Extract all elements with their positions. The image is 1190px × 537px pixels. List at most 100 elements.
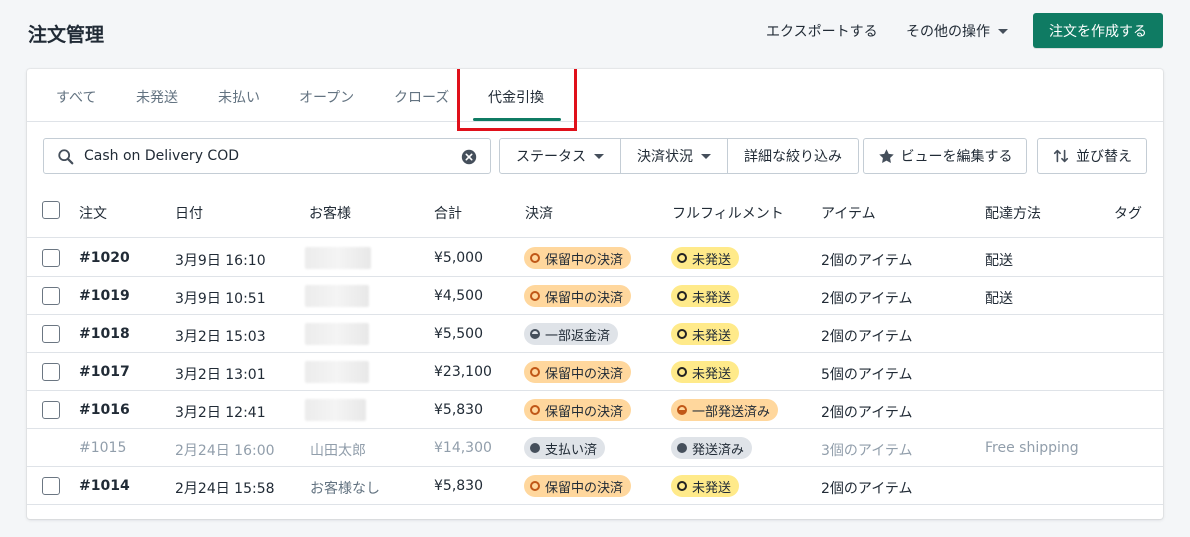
table-row[interactable]: #1020 3月9日 16:10 ¥5,000 保留中の決済 未発送 2個のアイ… [27,239,1163,277]
row-checkbox[interactable] [42,401,60,419]
more-actions-label: その他の操作 [906,24,990,40]
fulfillment-status-badge: 発送済み [671,437,753,459]
order-items[interactable]: 2個のアイテム [821,326,913,346]
column-header-order[interactable]: 注文 [79,203,107,223]
search-icon [58,149,74,165]
tab-all[interactable]: すべて [56,87,96,107]
order-id[interactable]: #1020 [79,250,130,266]
row-checkbox[interactable] [42,477,60,495]
pending-status-icon [530,253,540,263]
table-row[interactable]: #1014 2月24日 15:58 お客様なし ¥5,830 保留中の決済 未発… [27,467,1163,505]
order-items[interactable]: 3個のアイテム [821,440,913,460]
table-row[interactable]: #1019 3月9日 10:51 ¥4,500 保留中の決済 未発送 2個のアイ… [27,277,1163,315]
order-items[interactable]: 2個のアイテム [821,288,913,308]
pending-status-icon [530,481,540,491]
order-id[interactable]: #1018 [79,326,130,342]
order-total: ¥5,830 [434,402,483,418]
table-row[interactable]: #1015 2月24日 16:00 山田太郎 ¥14,300 支払い済 発送済み… [27,429,1163,467]
page-title: 注文管理 [28,24,105,46]
clear-icon[interactable] [460,148,478,166]
tab-closed[interactable]: クローズ [394,87,449,107]
fulfillment-status-label: 発送済み [692,442,745,458]
fulfillment-status-label: 未発送 [692,328,732,344]
column-header-customer[interactable]: お客様 [309,203,351,223]
fulfillment-status-badge: 一部発送済み [671,399,779,421]
order-items[interactable]: 2個のアイテム [821,402,913,422]
payment-status-badge: 保留中の決済 [524,247,632,269]
order-date: 3月2日 12:41 [175,405,266,421]
more-filters-button[interactable]: 詳細な絞り込み [728,139,858,173]
row-checkbox[interactable] [42,325,60,343]
fulfillment-status-label: 未発送 [692,480,732,496]
complete-status-icon [530,443,540,453]
payment-status-filter-label: 決済状況 [637,149,693,165]
unfulfilled-status-icon [677,329,687,339]
delivery-method: 配送 [985,291,1013,307]
order-id[interactable]: #1017 [79,364,130,380]
delivery-method: Free shipping [985,440,1079,456]
select-all-checkbox[interactable] [42,201,60,219]
row-checkbox[interactable] [42,287,60,305]
payment-status-label: 保留中の決済 [545,290,624,306]
column-header-items[interactable]: アイテム [821,203,876,223]
customer-name-redacted [305,399,366,421]
row-checkbox[interactable] [42,363,60,381]
tab-unpaid[interactable]: 未払い [218,87,260,107]
unfulfilled-status-icon [677,367,687,377]
table-row[interactable]: #1018 3月2日 15:03 ¥5,500 一部返金済 未発送 2個のアイテ… [27,315,1163,353]
fulfillment-status-badge: 未発送 [671,285,740,307]
order-id[interactable]: #1019 [79,288,130,304]
column-header-date[interactable]: 日付 [175,203,203,223]
column-header-payment[interactable]: 決済 [525,203,553,223]
order-date: 3月2日 13:01 [175,367,266,383]
order-id[interactable]: #1016 [79,402,130,418]
column-header-total[interactable]: 合計 [434,203,462,223]
fulfillment-status-label: 未発送 [692,366,732,382]
order-total: ¥23,100 [434,364,492,380]
status-filter-button[interactable]: ステータス [500,139,621,173]
column-header-tags[interactable]: タグ [1114,203,1142,223]
payment-status-badge: 一部返金済 [524,323,619,345]
order-id[interactable]: #1015 [79,440,126,456]
column-header-delivery[interactable]: 配達方法 [985,203,1041,223]
highlight-box [457,69,577,131]
delivery-method: 配送 [985,253,1013,269]
payment-status-badge: 保留中の決済 [524,361,632,383]
export-button[interactable]: エクスポートする [766,21,878,41]
row-checkbox[interactable] [42,249,60,267]
fulfillment-status-badge: 未発送 [671,361,740,383]
search-value: Cash on Delivery COD [84,148,239,164]
payment-status-badge: 保留中の決済 [524,475,632,497]
order-items[interactable]: 5個のアイテム [821,364,913,384]
order-date: 3月2日 15:03 [175,329,266,345]
sort-button[interactable]: 並び替え [1037,138,1147,174]
fulfillment-status-label: 未発送 [692,290,732,306]
partial-status-icon [677,405,687,415]
edit-view-button[interactable]: ビューを編集する [863,138,1027,174]
unfulfilled-status-icon [677,481,687,491]
table-row[interactable]: #1016 3月2日 12:41 ¥5,830 保留中の決済 一部発送済み 2個… [27,391,1163,429]
fulfillment-status-label: 一部発送済み [692,404,771,420]
pending-status-icon [530,405,540,415]
payment-status-label: 保留中の決済 [545,366,624,382]
payment-status-label: 保留中の決済 [545,404,624,420]
edit-view-label: ビューを編集する [900,149,1013,165]
create-order-button[interactable]: 注文を作成する [1033,13,1163,48]
payment-status-filter-button[interactable]: 決済状況 [621,139,728,173]
unfulfilled-status-icon [677,291,687,301]
tab-unfulfilled[interactable]: 未発送 [136,87,178,107]
pending-status-icon [530,291,540,301]
order-items[interactable]: 2個のアイテム [821,250,913,270]
payment-status-label: 一部返金済 [545,328,611,344]
search-input[interactable]: Cash on Delivery COD [43,138,491,174]
more-actions-button[interactable]: その他の操作 [906,21,1008,41]
payment-status-badge: 保留中の決済 [524,399,632,421]
orders-card: すべて 未発送 未払い オープン クローズ 代金引換 Cash on Deliv… [27,69,1163,519]
tab-bar: すべて 未発送 未払い オープン クローズ 代金引換 [27,69,1163,122]
table-row[interactable]: #1017 3月2日 13:01 ¥23,100 保留中の決済 未発送 5個のア… [27,353,1163,391]
order-id[interactable]: #1014 [79,478,130,494]
tab-open[interactable]: オープン [299,87,354,107]
chevron-down-icon [594,154,604,159]
order-items[interactable]: 2個のアイテム [821,478,913,498]
column-header-fulfillment[interactable]: フルフィルメント [672,203,784,223]
